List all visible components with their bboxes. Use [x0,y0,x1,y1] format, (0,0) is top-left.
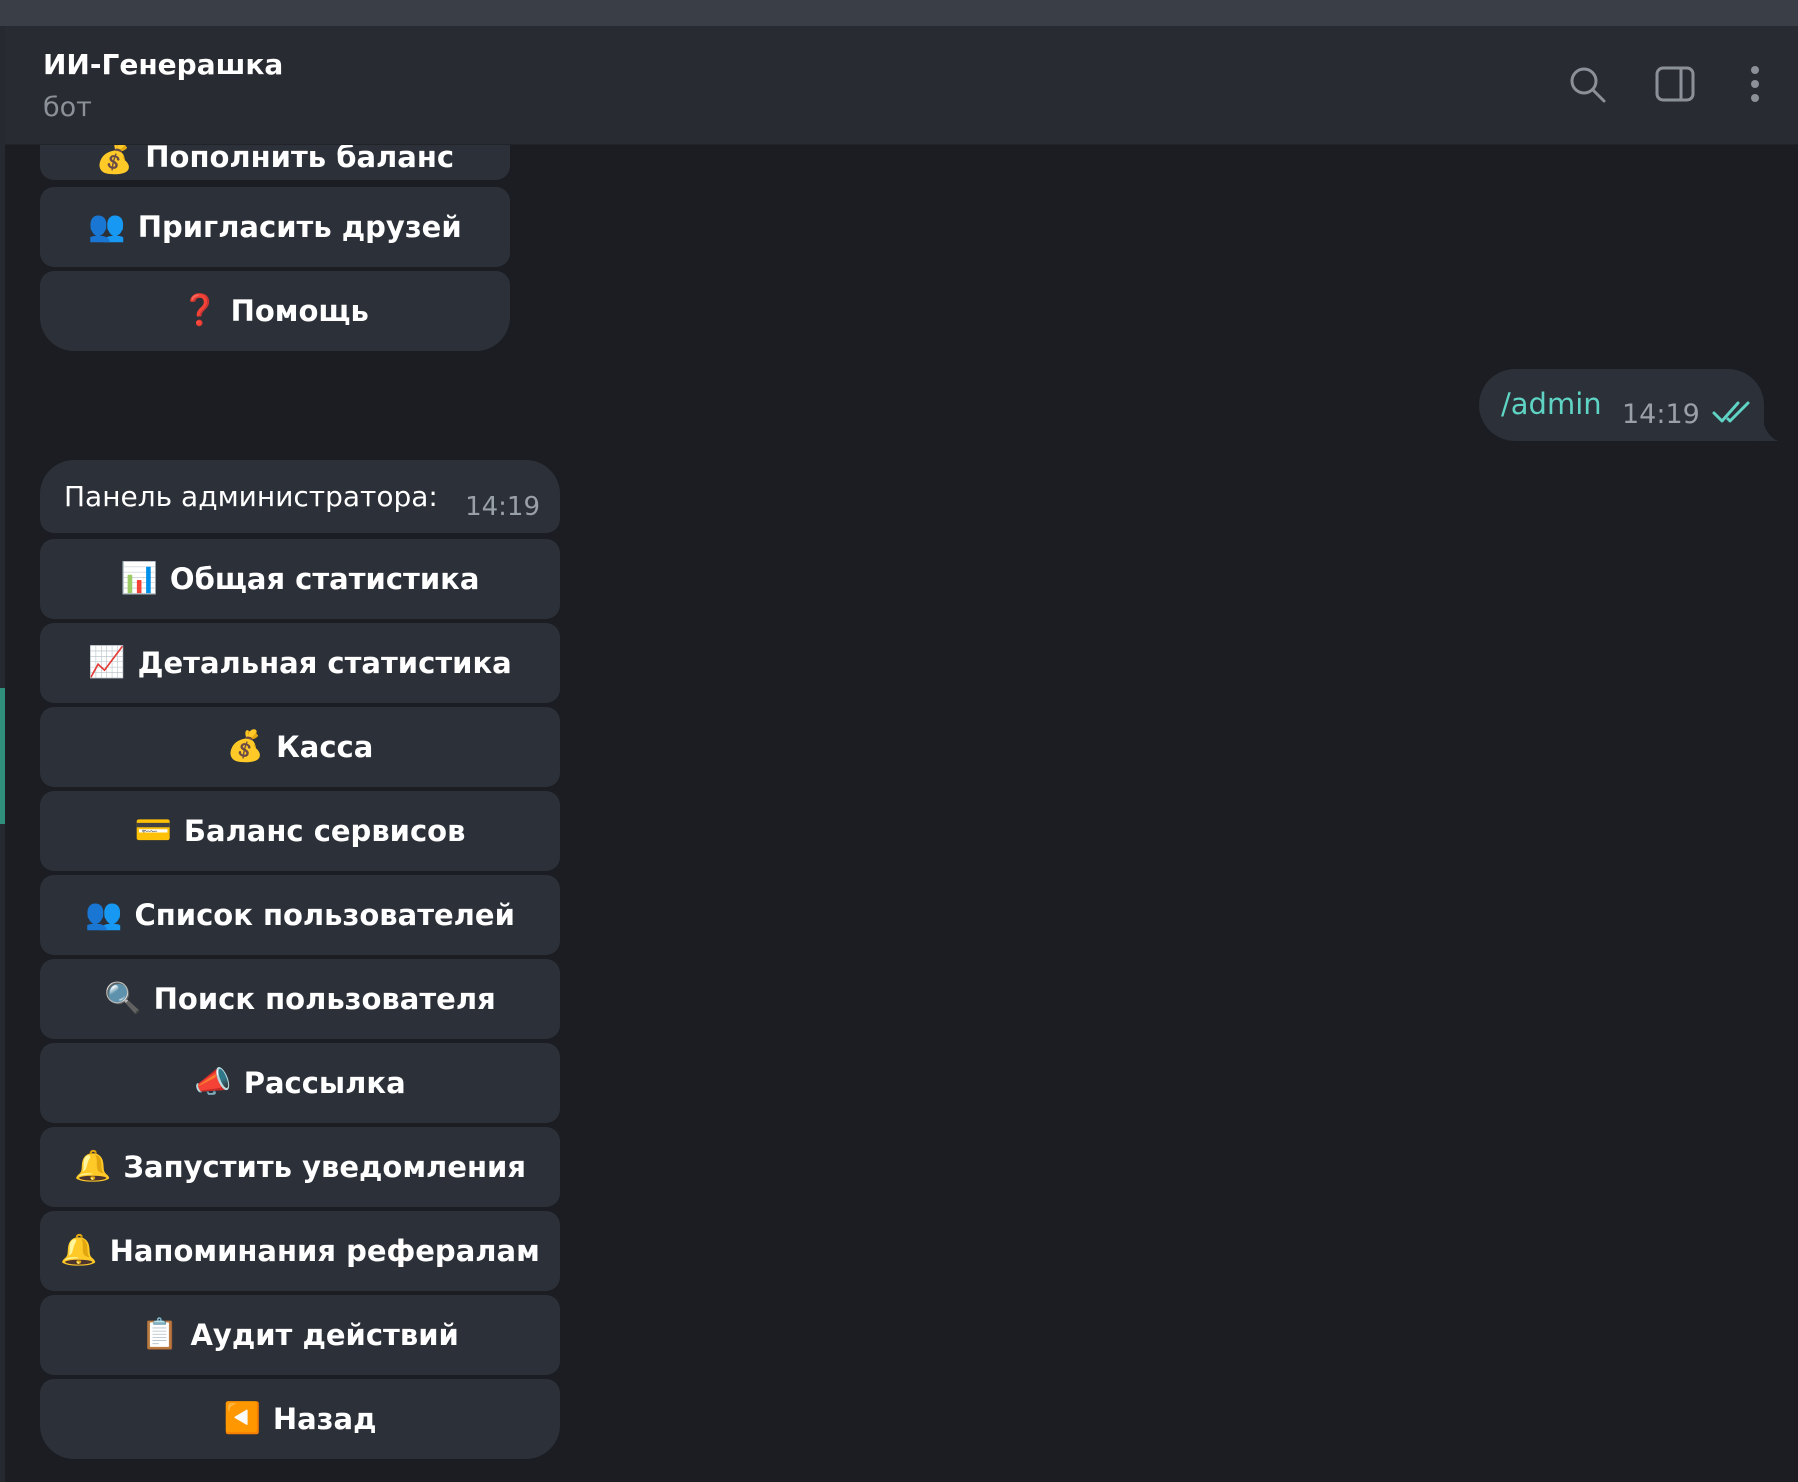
bell-icon: 🔔 [74,1149,112,1184]
keyboard-button-label: Аудит действий [190,1318,459,1352]
keyboard-button-label: Напоминания рефералам [109,1234,540,1268]
bubble-tail [1756,418,1778,441]
keyboard-button-label: Детальная статистика [137,646,512,680]
keyboard-button-start-notifications[interactable]: 🔔 Запустить уведомления [40,1127,560,1207]
chat-header: ИИ-Генерашка бот [5,26,1798,145]
keyboard-button-label: Общая статистика [169,562,480,596]
magnifier-icon: 🔍 [104,981,142,1016]
incoming-message-bubble: Панель администратора: 14:19 [40,460,560,533]
people-icon: 👥 [88,209,126,244]
back-arrow-icon: ◀️ [223,1401,261,1436]
chat-subtitle: бот [43,92,92,123]
keyboard-button-label: Запустить уведомления [123,1150,526,1184]
keyboard-button-broadcast[interactable]: 📣 Рассылка [40,1043,560,1123]
keyboard-button-help[interactable]: ❓ Помощь [40,271,510,351]
credit-card-icon: 💳 [134,813,172,848]
question-mark-icon: ❓ [181,293,219,328]
keyboard-button-back[interactable]: ◀️ Назад [40,1379,560,1459]
keyboard-button-audit-log[interactable]: 📋 Аудит действий [40,1295,560,1375]
chat-title[interactable]: ИИ-Генерашка [43,48,283,81]
scroll-indicator [0,688,5,824]
outgoing-message-text[interactable]: /admin [1501,387,1602,421]
search-icon[interactable] [1563,60,1611,108]
money-bag-icon: 💰 [95,141,134,176]
keyboard-button-label: Пополнить баланс [145,140,455,174]
line-chart-icon: 📈 [88,645,126,680]
bell-icon: 🔔 [60,1233,98,1268]
keyboard-button-general-stats[interactable]: 📊 Общая статистика [40,539,560,619]
keyboard-button-label: Баланс сервисов [183,814,466,848]
keyboard-button-label: Список пользователей [134,898,515,932]
incoming-message-text: Панель администратора: [64,480,438,513]
sidebar-toggle-icon[interactable] [1651,60,1699,108]
clipboard-icon: 📋 [141,1317,179,1352]
keyboard-button-cash[interactable]: 💰 Касса [40,707,560,787]
keyboard-button-invite-friends[interactable]: 👥 Пригласить друзей [40,187,510,267]
outgoing-message-bubble[interactable]: /admin 14:19 [1479,369,1764,441]
keyboard-button-label: Назад [272,1402,377,1436]
keyboard-button-detailed-stats[interactable]: 📈 Детальная статистика [40,623,560,703]
keyboard-button-label: Пригласить друзей [137,210,462,244]
message-time: 14:19 [465,492,540,522]
window-top-strip [0,0,1798,26]
megaphone-icon: 📣 [194,1065,232,1100]
keyboard-button-referral-reminders[interactable]: 🔔 Напоминания рефералам [40,1211,560,1291]
keyboard-button-label: Рассылка [243,1066,406,1100]
bar-chart-icon: 📊 [120,561,158,596]
keyboard-button-user-search[interactable]: 🔍 Поиск пользователя [40,959,560,1039]
keyboard-button-label: Касса [276,730,374,764]
more-vertical-icon[interactable] [1731,60,1779,108]
keyboard-button-user-list[interactable]: 👥 Список пользователей [40,875,560,955]
keyboard-button-label: Помощь [230,294,369,328]
people-icon: 👥 [85,897,123,932]
money-bag-icon: 💰 [226,729,265,764]
double-check-icon [1712,399,1752,429]
keyboard-button-services-balance[interactable]: 💳 Баланс сервисов [40,791,560,871]
message-time: 14:19 [1622,399,1700,430]
keyboard-button-label: Поиск пользователя [153,982,496,1016]
